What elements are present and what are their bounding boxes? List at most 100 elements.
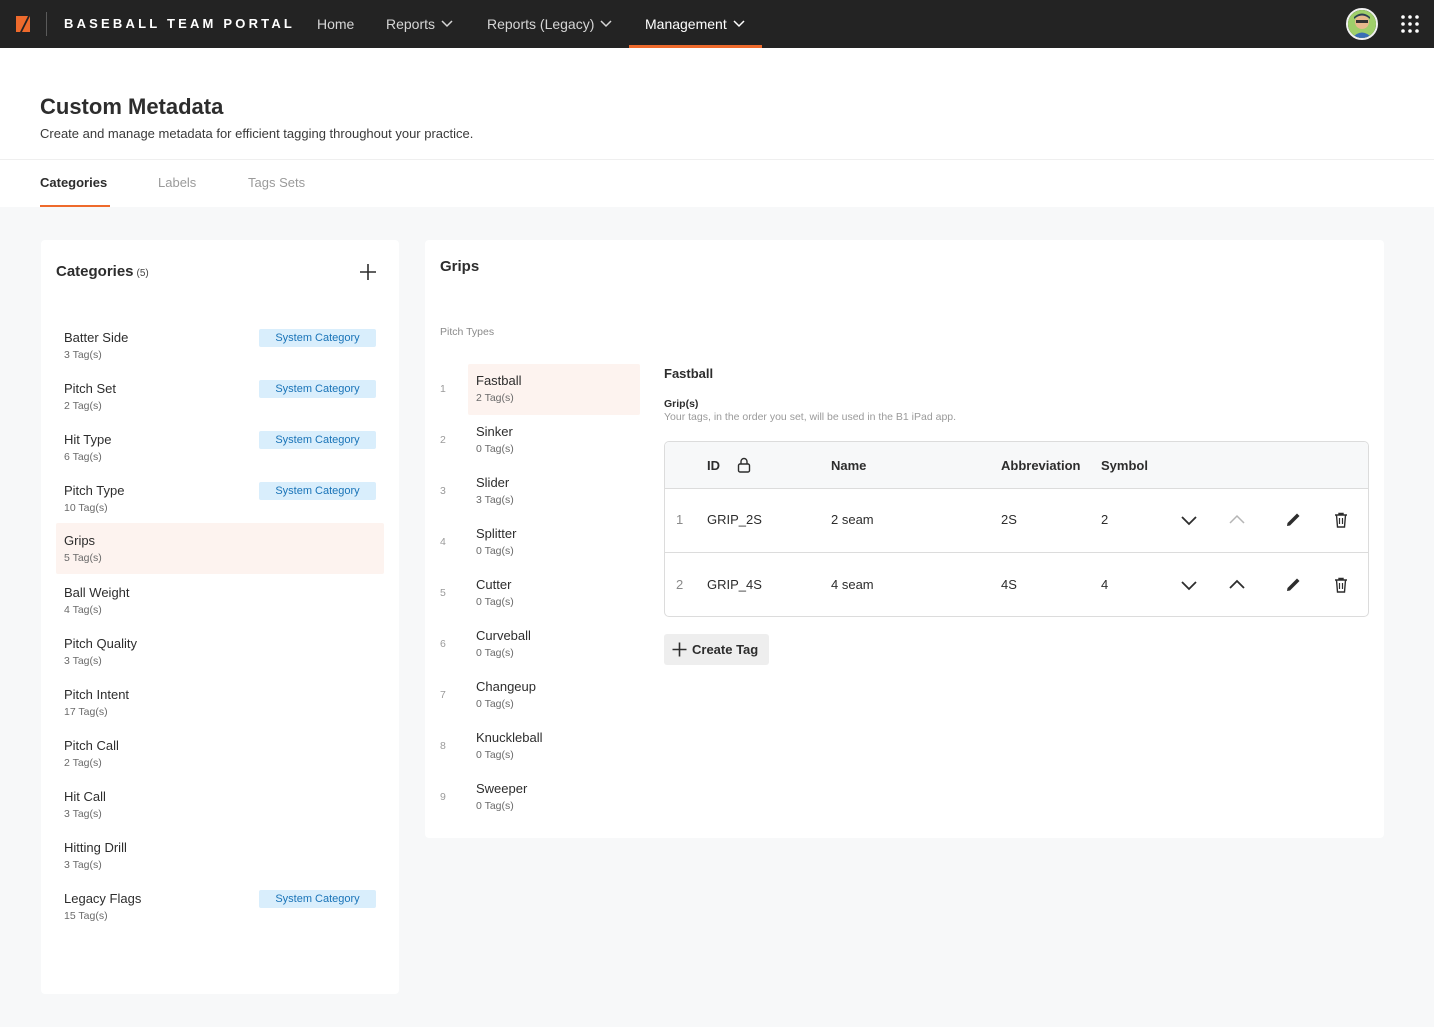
user-avatar[interactable] (1346, 8, 1378, 40)
tag-symbol: 2 (1101, 512, 1109, 527)
category-tag-count: 3 Tag(s) (64, 859, 102, 871)
move-up-icon[interactable] (1228, 576, 1246, 594)
table-row: 2 GRIP_4S 4 seam 4S 4 (665, 554, 1368, 616)
pitch-types-heading: Pitch Types (440, 326, 495, 338)
table-header: ID Name Abbreviation Symbol (665, 442, 1368, 489)
pitch-type-number: 8 (440, 740, 446, 752)
grips-label: Grip(s) (664, 398, 699, 410)
category-tag-count: 6 Tag(s) (64, 451, 102, 463)
pitch-type-number: 9 (440, 791, 446, 803)
category-item-ball-weight[interactable]: Ball Weight 4 Tag(s) (56, 577, 384, 628)
pitch-type-name: Sweeper (476, 781, 528, 796)
column-header-id: ID (707, 458, 720, 473)
category-tag-count: 15 Tag(s) (64, 910, 108, 922)
category-name: Pitch Call (64, 738, 119, 753)
tab-tag-sets[interactable]: Tags Sets (248, 175, 305, 190)
create-tag-button[interactable]: Create Tag (664, 634, 769, 665)
avatar-image (1348, 10, 1376, 38)
tag-id: GRIP_4S (707, 577, 762, 592)
delete-trash-icon[interactable] (1332, 511, 1350, 529)
tab-categories[interactable]: Categories (40, 175, 107, 190)
pitch-type-number: 1 (440, 383, 446, 395)
category-item-hitting-drill[interactable]: Hitting Drill 3 Tag(s) (56, 832, 384, 883)
delete-trash-icon[interactable] (1332, 576, 1350, 594)
categories-title: Categories (5) (56, 263, 149, 280)
tab-active-indicator (40, 205, 110, 207)
pitch-type-name: Cutter (476, 577, 512, 592)
system-category-badge: System Category (259, 431, 376, 449)
grips-help-text: Your tags, in the order you set, will be… (664, 411, 957, 423)
nav-reports-legacy[interactable]: Reports (Legacy) (487, 0, 612, 48)
pitch-type-name: Knuckleball (476, 730, 543, 745)
move-down-icon[interactable] (1180, 511, 1198, 529)
plus-icon (672, 642, 687, 657)
category-name: Legacy Flags (64, 891, 142, 906)
pitch-type-name: Splitter (476, 526, 517, 541)
system-category-badge: System Category (259, 890, 376, 908)
category-item-batter-side[interactable]: Batter Side 3 Tag(s) System Category (56, 322, 384, 373)
tag-id: GRIP_2S (707, 512, 762, 527)
tag-name: 2 seam (831, 512, 874, 527)
category-tag-count: 5 Tag(s) (64, 552, 102, 564)
nav-home[interactable]: Home (317, 0, 354, 48)
brand-name: BASEBALL TEAM PORTAL (64, 16, 296, 31)
category-item-pitch-quality[interactable]: Pitch Quality 3 Tag(s) (56, 628, 384, 679)
add-category-icon[interactable] (359, 263, 377, 281)
category-item-legacy-flags[interactable]: Legacy Flags 15 Tag(s) System Category (56, 883, 384, 934)
category-item-pitch-type[interactable]: Pitch Type 10 Tag(s) System Category (56, 475, 384, 526)
category-tag-count: 2 Tag(s) (64, 757, 102, 769)
move-down-icon[interactable] (1180, 576, 1198, 594)
pitch-type-item-sinker[interactable]: Sinker 0 Tag(s) (468, 415, 640, 466)
chevron-down-icon (441, 20, 453, 27)
pitch-type-tag-count: 0 Tag(s) (476, 647, 514, 659)
system-category-badge: System Category (259, 482, 376, 500)
categories-panel: Categories (5) Batter Side 3 Tag(s) Syste… (41, 240, 399, 994)
category-item-pitch-call[interactable]: Pitch Call 2 Tag(s) (56, 730, 384, 781)
category-tag-count: 2 Tag(s) (64, 400, 102, 412)
brand-logo-icon[interactable] (16, 15, 32, 33)
pitch-type-tag-count: 2 Tag(s) (476, 392, 514, 404)
pitch-type-item-splitter[interactable]: Splitter 0 Tag(s) (468, 517, 640, 568)
system-category-badge: System Category (259, 380, 376, 398)
pitch-type-number: 4 (440, 536, 446, 548)
pitch-type-item-knuckleball[interactable]: Knuckleball 0 Tag(s) (468, 721, 640, 772)
pitch-type-tag-count: 3 Tag(s) (476, 494, 514, 506)
pitch-type-item-changeup[interactable]: Changeup 0 Tag(s) (468, 670, 640, 721)
nav-management[interactable]: Management (645, 0, 745, 48)
app-grid-icon[interactable] (1401, 15, 1419, 33)
category-item-pitch-intent[interactable]: Pitch Intent 17 Tag(s) (56, 679, 384, 730)
nav-reports[interactable]: Reports (386, 0, 453, 48)
category-item-pitch-set[interactable]: Pitch Set 2 Tag(s) System Category (56, 373, 384, 424)
pitch-type-name: Slider (476, 475, 510, 490)
move-up-icon[interactable] (1228, 511, 1246, 529)
pitch-type-item-fastball[interactable]: Fastball 2 Tag(s) (468, 364, 640, 415)
tag-abbreviation: 2S (1001, 512, 1017, 527)
column-header-name: Name (831, 458, 867, 473)
create-tag-label: Create Tag (692, 642, 759, 657)
pitch-type-item-curveball[interactable]: Curveball 0 Tag(s) (468, 619, 640, 670)
category-name: Ball Weight (64, 585, 130, 600)
pitch-type-item-slider[interactable]: Slider 3 Tag(s) (468, 466, 640, 517)
category-name: Hit Type (64, 432, 112, 447)
pitch-type-item-cutter[interactable]: Cutter 0 Tag(s) (468, 568, 640, 619)
category-item-hit-type[interactable]: Hit Type 6 Tag(s) System Category (56, 424, 384, 475)
pitch-type-tag-count: 0 Tag(s) (476, 800, 514, 812)
grip-tags-table: ID Name Abbreviation Symbol 1 GRIP_2S 2 … (664, 441, 1369, 617)
category-tag-count: 4 Tag(s) (64, 604, 102, 616)
tab-labels[interactable]: Labels (158, 175, 196, 190)
table-row: 1 GRIP_2S 2 seam 2S 2 (665, 489, 1368, 553)
header-divider (0, 159, 1434, 160)
pitch-type-number: 6 (440, 638, 446, 650)
pitch-type-tag-count: 0 Tag(s) (476, 698, 514, 710)
category-item-grips[interactable]: Grips 5 Tag(s) (56, 523, 384, 574)
category-tag-count: 10 Tag(s) (64, 502, 108, 514)
edit-pencil-icon[interactable] (1284, 511, 1302, 529)
edit-pencil-icon[interactable] (1284, 576, 1302, 594)
pitch-type-detail-title: Fastball (664, 366, 714, 381)
row-number: 2 (676, 577, 684, 592)
category-name: Batter Side (64, 330, 129, 345)
page-title: Custom Metadata (40, 94, 224, 119)
category-tag-count: 17 Tag(s) (64, 706, 108, 718)
category-item-hit-call[interactable]: Hit Call 3 Tag(s) (56, 781, 384, 832)
pitch-type-item-sweeper[interactable]: Sweeper 0 Tag(s) (468, 772, 640, 823)
